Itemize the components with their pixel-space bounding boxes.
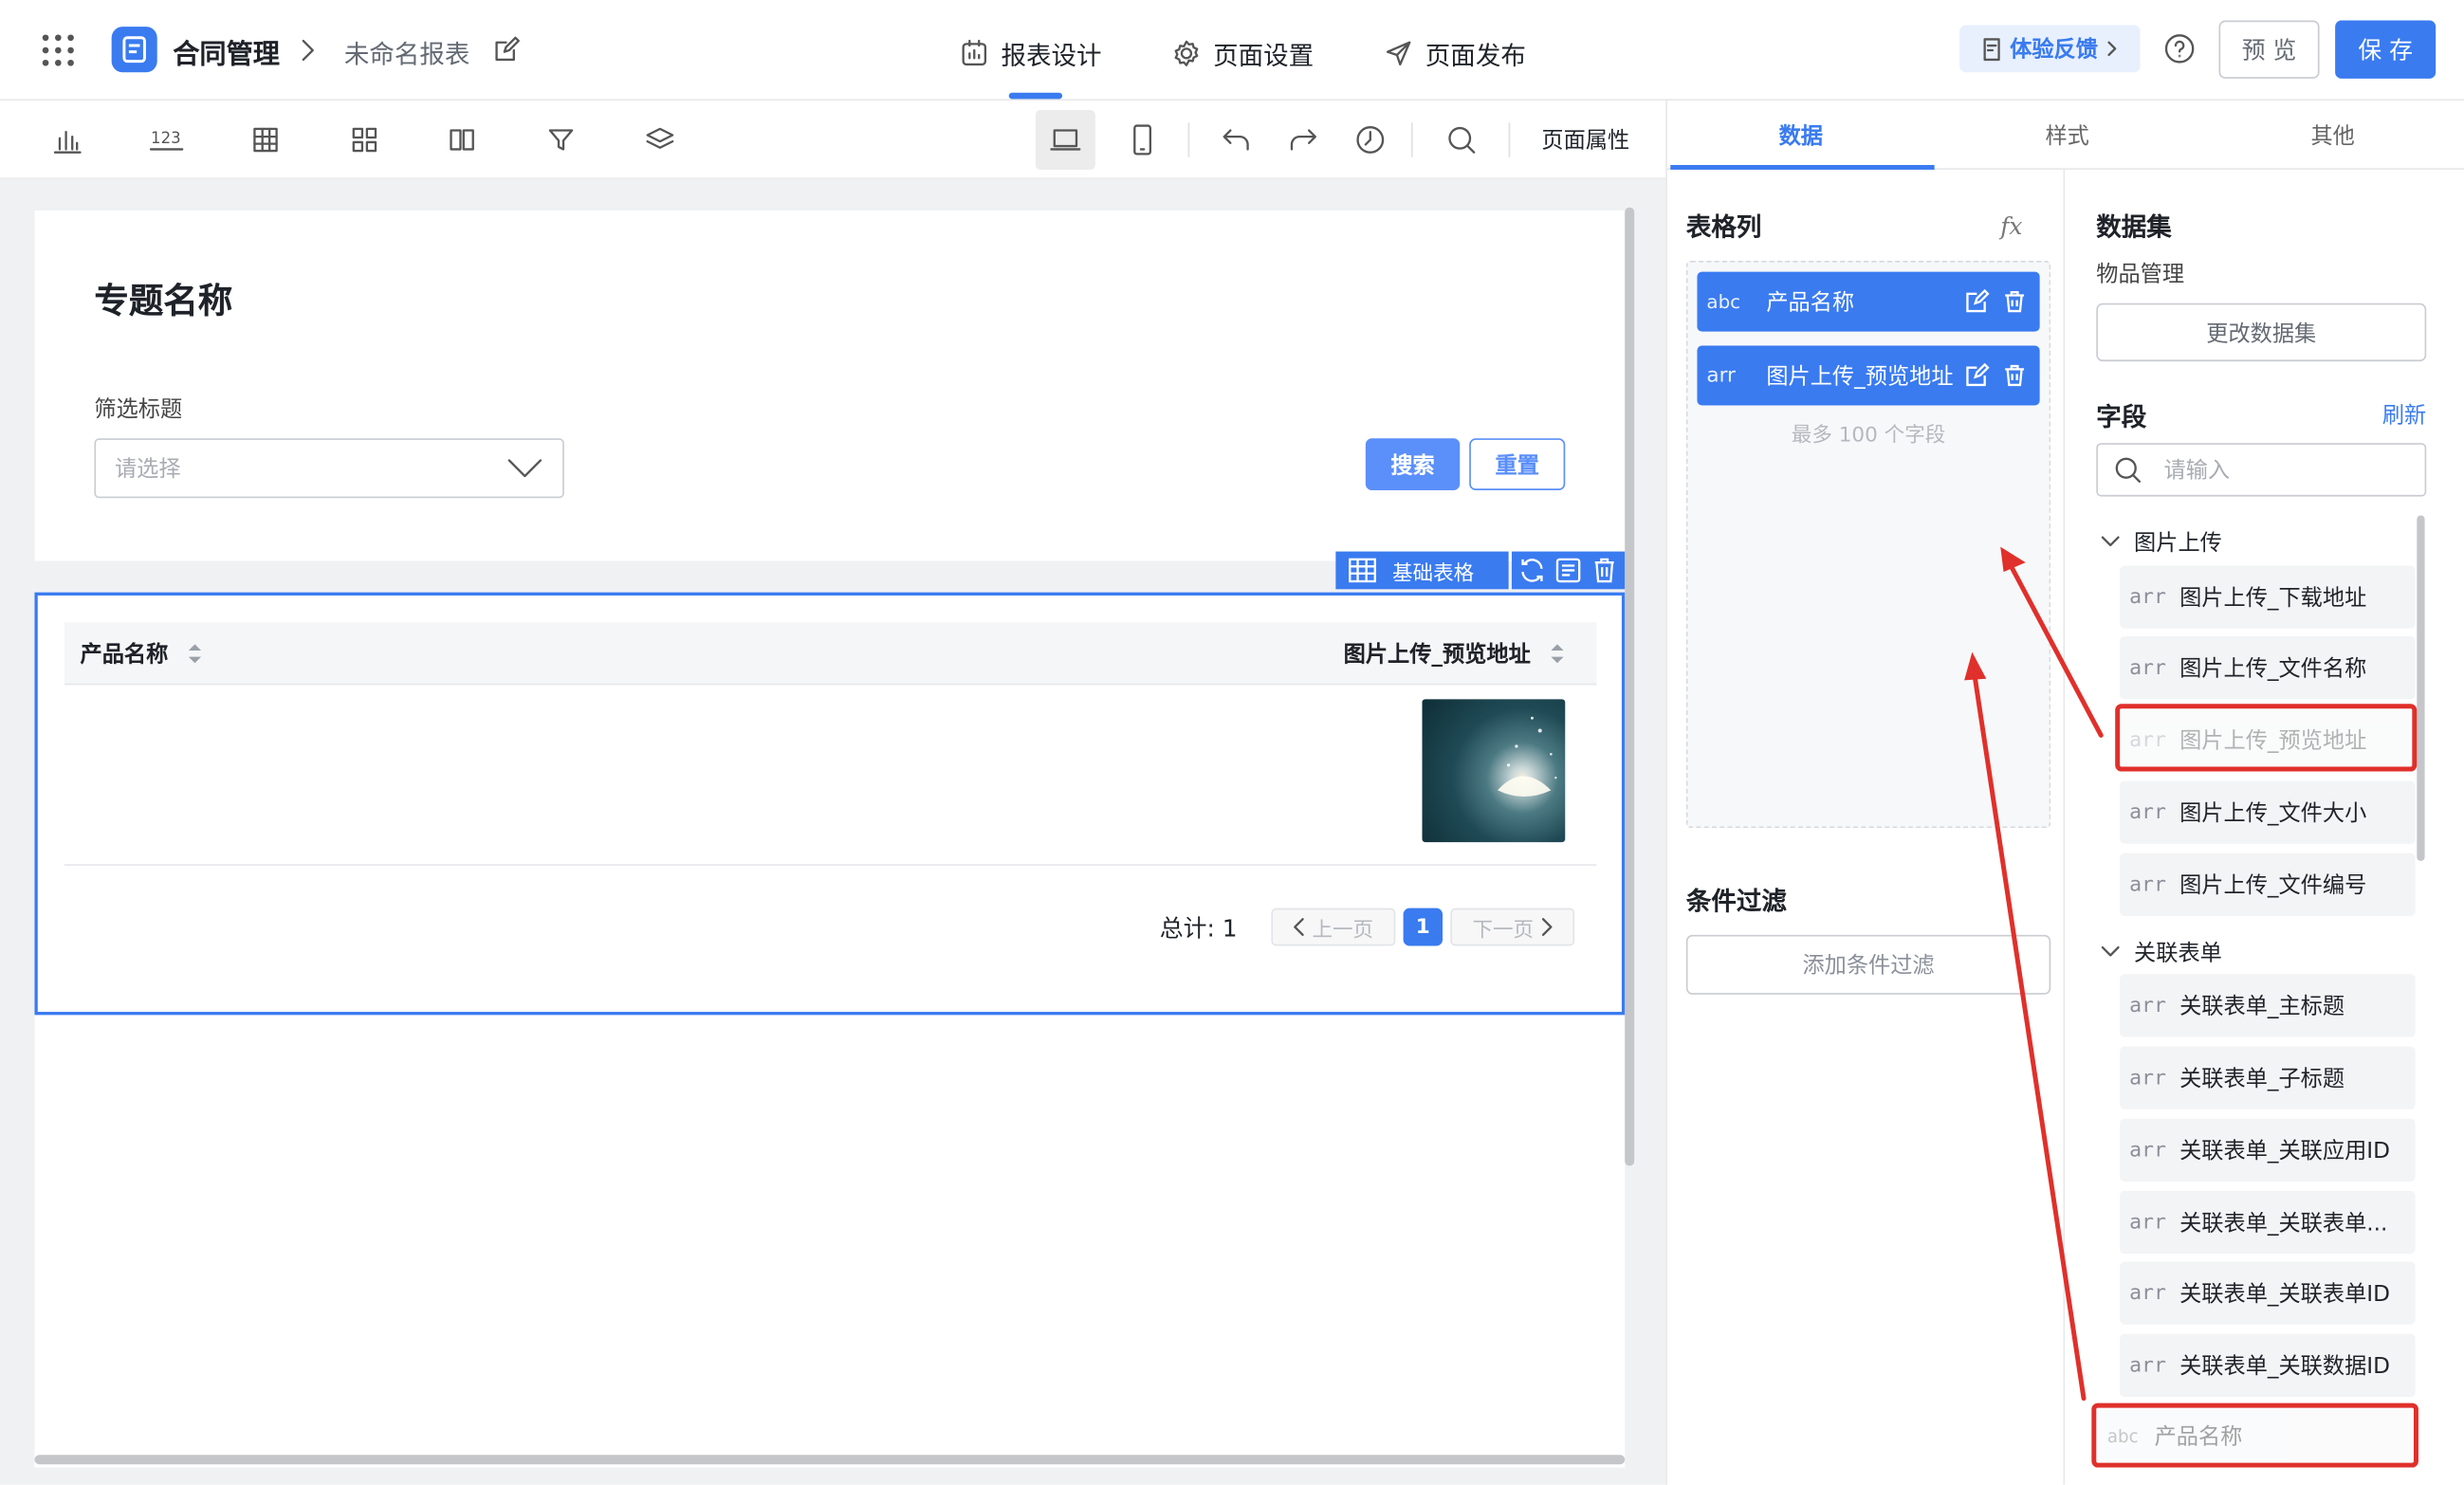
annotation-arrows (1964, 546, 2104, 1402)
